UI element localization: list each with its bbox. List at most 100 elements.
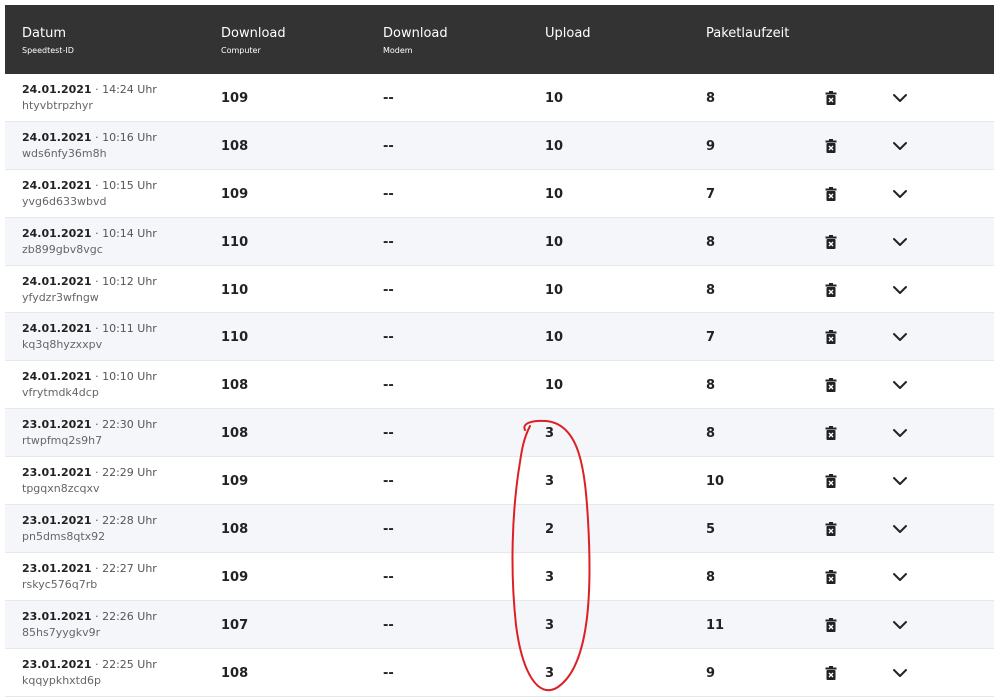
trash-icon[interactable] — [824, 378, 838, 393]
table-row[interactable]: 23.01.2021 · 22:26 Uhr 85hs7yygkv9r 107 … — [5, 600, 994, 649]
row-download-modem: -- — [383, 522, 394, 538]
row-speedtest-id: yvg6d633wbvd — [22, 194, 107, 208]
table-row[interactable]: 23.01.2021 · 22:28 Uhr pn5dms8qtx92 108 … — [5, 505, 994, 553]
row-date: 24.01.2021 — [22, 130, 92, 144]
trash-icon[interactable] — [824, 665, 838, 680]
table-row[interactable]: 24.01.2021 · 10:16 Uhr wds6nfy36m8h 108 … — [5, 121, 994, 170]
row-datetime: 24.01.2021 · 10:12 Uhr — [22, 275, 157, 288]
chevron-down-icon[interactable] — [892, 474, 908, 488]
trash-icon[interactable] — [824, 282, 838, 297]
row-speedtest-id: wds6nfy36m8h — [22, 146, 107, 160]
row-upload: 3 — [545, 426, 555, 442]
table-row[interactable]: 23.01.2021 · 22:29 Uhr tpgqxn8zcqxv 109 … — [5, 457, 994, 506]
trash-icon[interactable] — [824, 330, 838, 345]
row-upload: 10 — [545, 138, 564, 154]
header-latency: Paketlaufzeit — [706, 26, 789, 42]
row-time: · 10:12 Uhr — [95, 274, 157, 288]
trash-icon[interactable] — [824, 91, 838, 105]
row-datetime: 24.01.2021 · 10:14 Uhr — [22, 227, 157, 240]
row-latency: 8 — [706, 234, 716, 250]
chevron-down-icon[interactable] — [892, 330, 908, 344]
trash-icon[interactable] — [824, 234, 838, 249]
trash-icon[interactable] — [824, 138, 838, 153]
table-row[interactable]: 24.01.2021 · 10:12 Uhr yfydzr3wfngw 110 … — [5, 266, 994, 314]
row-datetime: 23.01.2021 · 22:26 Uhr — [22, 610, 157, 623]
row-upload: 3 — [545, 617, 555, 633]
row-download-modem: -- — [383, 91, 394, 106]
trash-icon[interactable] — [824, 426, 838, 441]
row-datetime: 23.01.2021 · 22:25 Uhr — [22, 658, 157, 671]
chevron-down-icon[interactable] — [892, 235, 908, 249]
chevron-down-icon[interactable] — [892, 91, 908, 105]
chevron-down-icon[interactable] — [892, 426, 908, 440]
trash-icon[interactable] — [824, 522, 838, 537]
row-time: · 22:27 Uhr — [95, 561, 157, 575]
row-download-computer: 109 — [221, 186, 249, 202]
chevron-down-icon[interactable] — [892, 570, 908, 584]
chevron-down-icon[interactable] — [892, 522, 908, 536]
row-upload: 3 — [545, 665, 555, 681]
row-download-computer: 109 — [221, 91, 249, 106]
row-upload: 10 — [545, 378, 564, 394]
row-time: · 10:16 Uhr — [95, 130, 157, 144]
row-download-computer: 108 — [221, 522, 249, 538]
row-download-computer: 108 — [221, 378, 249, 394]
trash-icon[interactable] — [824, 186, 838, 201]
row-speedtest-id: htyvbtrpzhyr — [22, 99, 93, 112]
row-time: · 22:25 Uhr — [95, 657, 157, 671]
row-latency: 5 — [706, 522, 716, 538]
row-download-modem: -- — [383, 186, 394, 202]
table-row[interactable]: 23.01.2021 · 22:27 Uhr rskyc576q7rb 109 … — [5, 553, 994, 601]
row-speedtest-id: rskyc576q7rb — [22, 577, 98, 591]
row-datetime: 24.01.2021 · 14:24 Uhr — [22, 83, 157, 96]
row-datetime: 23.01.2021 · 22:30 Uhr — [22, 418, 157, 431]
row-download-computer: 110 — [221, 234, 249, 250]
chevron-down-icon[interactable] — [892, 618, 908, 632]
row-time: · 22:28 Uhr — [95, 514, 157, 528]
row-date: 24.01.2021 — [22, 274, 92, 288]
table-row[interactable]: 24.01.2021 · 10:11 Uhr kq3q8hyzxxpv 110 … — [5, 313, 994, 362]
row-download-modem: -- — [383, 234, 394, 250]
chevron-down-icon[interactable] — [892, 139, 908, 153]
row-upload: 3 — [545, 474, 555, 490]
table-row[interactable]: 24.01.2021 · 10:10 Uhr vfrytmdk4dcp 108 … — [5, 361, 994, 410]
row-speedtest-id: 85hs7yygkv9r — [22, 625, 101, 639]
chevron-down-icon[interactable] — [892, 283, 908, 297]
header-date-sublabel: Speedtest-ID — [22, 46, 74, 55]
table-row[interactable]: 24.01.2021 · 10:14 Uhr zb899gbv8vgc 110 … — [5, 217, 994, 266]
row-latency: 8 — [706, 426, 716, 442]
chevron-down-icon[interactable] — [892, 666, 908, 680]
table-row[interactable]: 23.01.2021 · 22:30 Uhr rtwpfmq2s9h7 108 … — [5, 409, 994, 458]
row-datetime: 23.01.2021 · 22:29 Uhr — [22, 466, 157, 479]
row-speedtest-id: vfrytmdk4dcp — [22, 386, 99, 400]
trash-icon[interactable] — [824, 617, 838, 632]
row-date: 23.01.2021 — [22, 466, 92, 480]
row-latency: 9 — [706, 665, 716, 681]
row-date: 24.01.2021 — [22, 322, 92, 336]
row-date: 23.01.2021 — [22, 609, 92, 623]
row-upload: 10 — [545, 91, 564, 106]
row-upload: 10 — [545, 234, 564, 250]
row-download-computer: 109 — [221, 569, 249, 585]
row-speedtest-id: zb899gbv8vgc — [22, 242, 103, 256]
row-speedtest-id: pn5dms8qtx92 — [22, 530, 106, 544]
header-date-label: Datum — [22, 26, 66, 41]
row-speedtest-id: kqqypkhxtd6p — [22, 673, 101, 687]
row-latency: 8 — [706, 282, 716, 298]
row-download-modem: -- — [383, 426, 394, 442]
chevron-down-icon[interactable] — [892, 378, 908, 392]
row-download-modem: -- — [383, 665, 394, 681]
row-latency: 7 — [706, 186, 716, 202]
row-latency: 8 — [706, 91, 716, 106]
row-speedtest-id: rtwpfmq2s9h7 — [22, 434, 103, 448]
table-row[interactable]: 23.01.2021 · 22:25 Uhr kqqypkhxtd6p 108 … — [5, 649, 994, 697]
trash-icon[interactable] — [824, 569, 838, 584]
chevron-down-icon[interactable] — [892, 187, 908, 201]
header-upload-label: Upload — [545, 26, 591, 41]
table-row[interactable]: 24.01.2021 · 10:15 Uhr yvg6d633wbvd 109 … — [5, 170, 994, 218]
row-download-computer: 108 — [221, 665, 249, 681]
trash-icon[interactable] — [824, 474, 838, 489]
table-row[interactable]: 24.01.2021 · 14:24 Uhr htyvbtrpzhyr 109 … — [5, 74, 994, 122]
row-datetime: 24.01.2021 · 10:11 Uhr — [22, 322, 157, 335]
row-upload: 2 — [545, 522, 555, 538]
